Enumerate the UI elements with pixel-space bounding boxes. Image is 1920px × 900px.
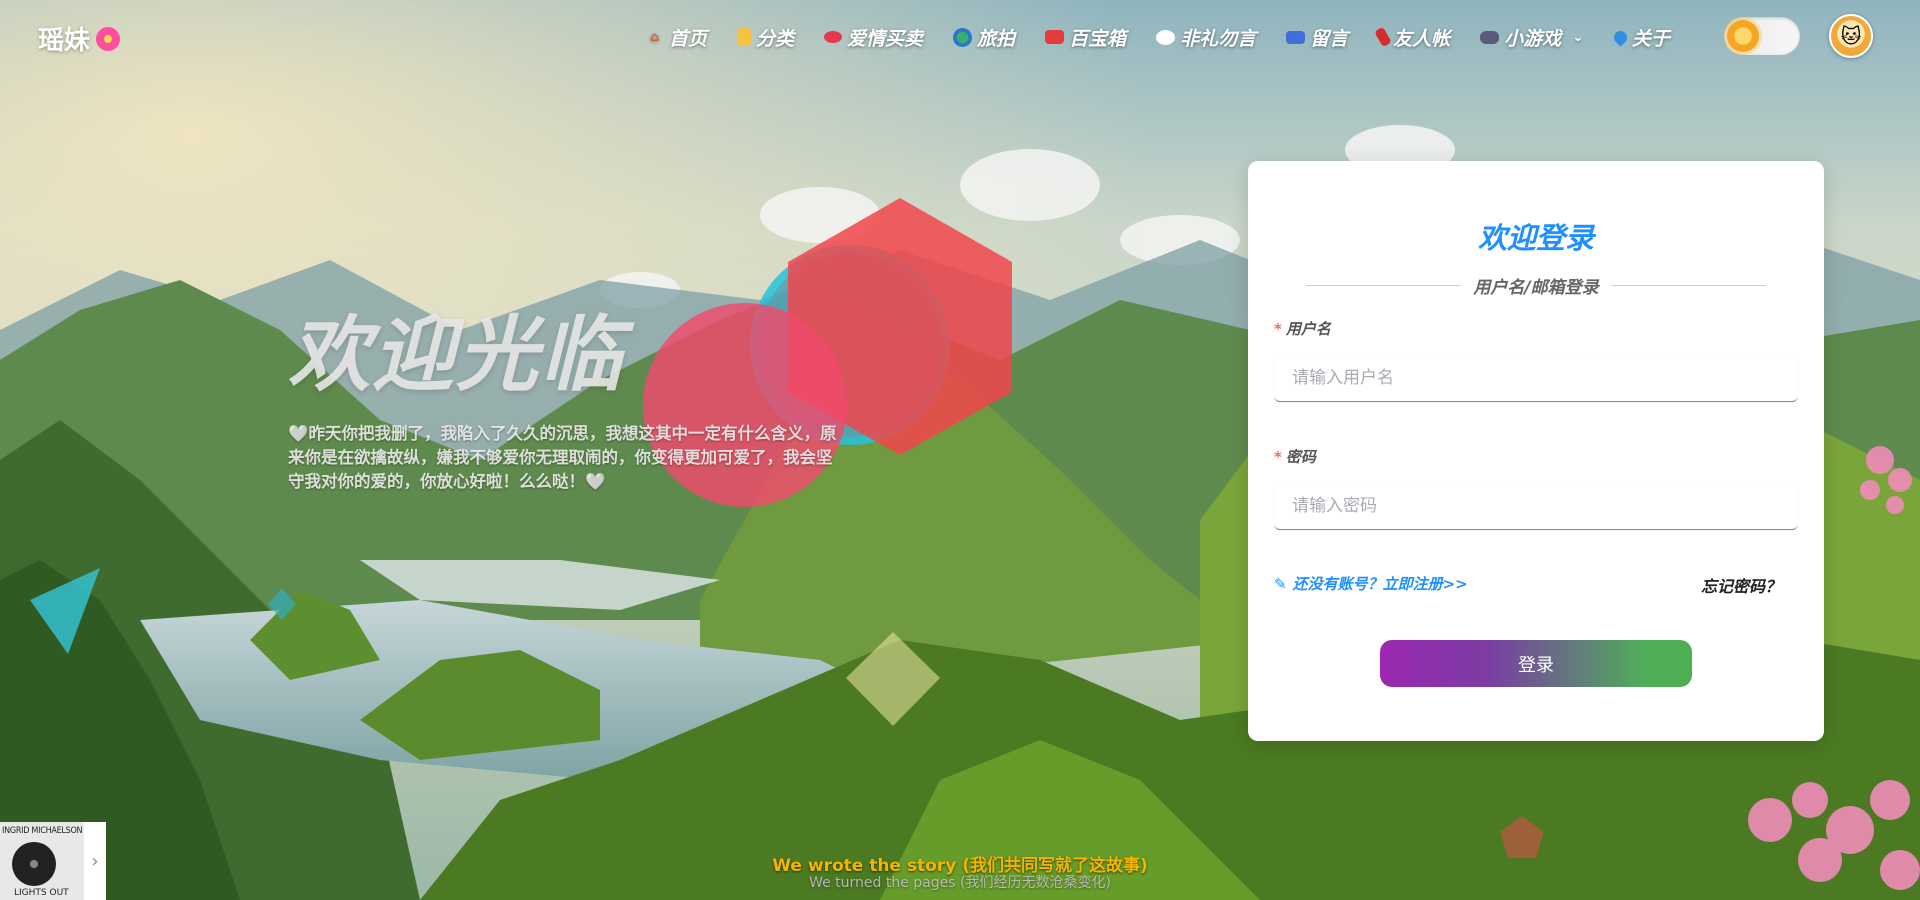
nav-label: 友人帐: [1393, 27, 1451, 50]
divider-line: [1610, 284, 1766, 286]
house-icon: ⌂: [649, 29, 660, 45]
nav-item-friends[interactable]: 友人帐: [1374, 24, 1451, 51]
nav-item-home[interactable]: ⌂ 首页: [645, 24, 707, 51]
nav-label: 分类: [756, 27, 795, 50]
edit-icon: ✎: [1274, 574, 1287, 593]
nav-item-speech[interactable]: 非礼勿言: [1156, 24, 1256, 51]
firecracker-icon: [1374, 26, 1392, 48]
password-label: * 密码: [1274, 446, 1316, 467]
nav-label: 小游戏: [1504, 27, 1562, 50]
username-label-text: 用户名: [1285, 320, 1331, 338]
nav-item-travel[interactable]: 旅拍: [953, 24, 1015, 51]
theme-toggle[interactable]: [1724, 17, 1800, 55]
username-label: * 用户名: [1274, 318, 1331, 339]
login-card: 欢迎登录 用户名/邮箱登录 *用户名 *密码 ✎ 还没有账号？立即注册>> 忘记…: [1248, 161, 1824, 741]
water-drop-icon: [1611, 27, 1630, 47]
gamepad-icon: [1480, 30, 1500, 44]
lyric-next: We turned the pages (我们经历无数沧桑变化): [809, 875, 1111, 891]
nav-item-about[interactable]: 关于: [1611, 24, 1670, 51]
nav-item-toolbox[interactable]: 百宝箱: [1045, 24, 1126, 51]
login-method-label: 用户名/邮箱登录: [1473, 277, 1599, 298]
password-label-text: 密码: [1285, 448, 1316, 466]
login-method-divider: 用户名/邮箱登录: [1306, 275, 1766, 298]
toolbox-icon: [1045, 30, 1065, 44]
brand-logo[interactable]: 瑶妹: [38, 20, 121, 57]
login-button[interactable]: 登录: [1380, 640, 1692, 687]
nav-item-message[interactable]: 留言: [1286, 24, 1348, 51]
flower-icon: [96, 26, 121, 51]
album-artist: INGRID MICHAELSON: [2, 826, 83, 836]
login-title: 欢迎登录: [1477, 221, 1594, 255]
speech-bubble-icon: [1156, 29, 1176, 45]
password-input[interactable]: [1274, 482, 1798, 530]
nav-label: 非礼勿言: [1180, 27, 1257, 50]
hero-description: 🤍昨天你把我删了，我陷入了久久的沉思，我想这其中一定有什么含义，原来你是在欲擒故…: [288, 424, 837, 491]
lips-icon: [824, 31, 843, 43]
nav-label: 首页: [669, 27, 708, 50]
chevron-down-icon: ⌄: [1572, 29, 1584, 45]
nav-label: 爱情买卖: [847, 27, 924, 50]
username-input[interactable]: [1274, 354, 1798, 402]
required-mark: *: [1274, 448, 1282, 466]
nav-label: 旅拍: [977, 27, 1016, 50]
register-link[interactable]: ✎ 还没有账号？立即注册>>: [1274, 573, 1468, 594]
top-nav: 瑶妹 ⌂ 首页 分类 爱情买卖 旅拍 百宝箱 非礼勿言 留言 友人帐 小游戏 ⌄…: [0, 0, 1920, 74]
nav-label: 关于: [1631, 27, 1670, 50]
divider-line: [1306, 284, 1462, 286]
forgot-password-link[interactable]: 忘记密码？: [1701, 573, 1781, 597]
nav-item-games[interactable]: 小游戏 ⌄: [1480, 24, 1584, 51]
required-mark: *: [1274, 320, 1282, 338]
hero-title: 欢迎光临: [288, 308, 624, 403]
notebook-icon: [737, 28, 752, 46]
nav-item-love[interactable]: 爱情买卖: [824, 24, 923, 51]
sun-icon: [1727, 20, 1759, 52]
nav-label: 百宝箱: [1069, 27, 1127, 50]
globe-icon: [953, 27, 973, 47]
main-menu: ⌂ 首页 分类 爱情买卖 旅拍 百宝箱 非礼勿言 留言 友人帐 小游戏 ⌄ 关于: [645, 20, 1700, 54]
nav-label: 留言: [1310, 27, 1349, 50]
mailbox-icon: [1286, 30, 1306, 44]
brand-name: 瑶妹: [38, 26, 91, 56]
avatar[interactable]: 🐱: [1829, 14, 1873, 58]
register-link-text: 还没有账号？立即注册>>: [1292, 575, 1468, 593]
nav-item-category[interactable]: 分类: [737, 24, 794, 51]
